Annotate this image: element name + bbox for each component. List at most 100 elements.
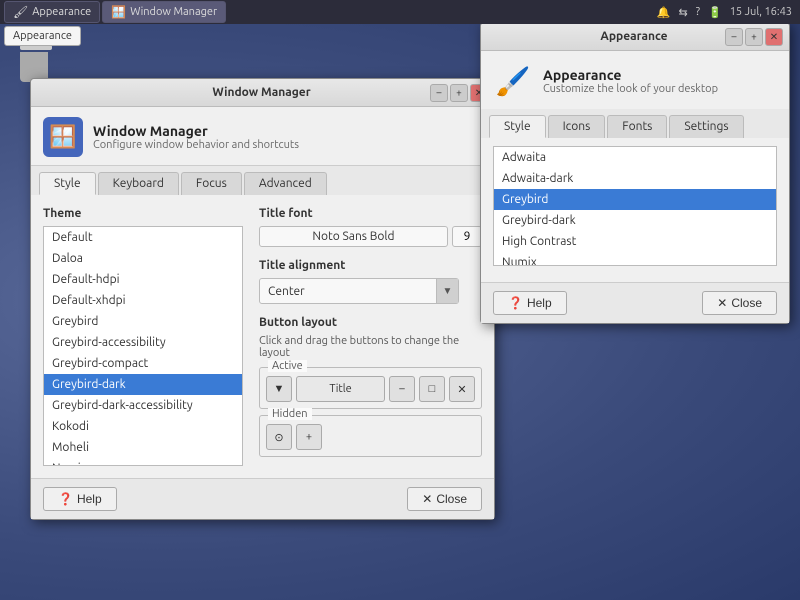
taskbar: 🖌 Appearance 🪟 Window Manager 🔔 ⇆ ? 🔋 15… (0, 0, 800, 24)
wm-font-display[interactable]: Noto Sans Bold (259, 226, 448, 247)
wm-hidden-label: Hidden (268, 408, 312, 420)
wm-taskbar-icon: 🪟 (111, 5, 126, 19)
wm-font-label: Title font (259, 207, 482, 220)
theme-item-kokodi[interactable]: Kokodi (44, 416, 242, 437)
appearance-theme-greybird-dark[interactable]: Greybird-dark (494, 210, 776, 231)
wm-theme-col: Theme Default Daloa Default-hdpi Default… (43, 207, 243, 466)
wm-theme-list[interactable]: Default Daloa Default-hdpi Default-xhdpi… (43, 226, 243, 466)
wm-header-title: Window Manager (93, 123, 299, 139)
wm-btn-dropdown[interactable]: ▼ (266, 376, 292, 402)
taskbar-right: 🔔 ⇆ ? 🔋 15 Jul, 16:43 (657, 6, 800, 19)
wm-alignment-row: Center ▼ (259, 278, 482, 304)
wm-dialog-titlebar: Window Manager – + ✕ (31, 79, 494, 107)
appearance-tab-style[interactable]: Style (489, 115, 546, 138)
appearance-tab-fonts[interactable]: Fonts (607, 115, 667, 138)
theme-item-greybird-accessibility[interactable]: Greybird-accessibility (44, 332, 242, 353)
wm-tab-focus[interactable]: Focus (181, 172, 242, 195)
appearance-tab-settings[interactable]: Settings (669, 115, 743, 138)
appearance-dialog-controls: – + ✕ (725, 28, 783, 46)
theme-item-default[interactable]: Default (44, 227, 242, 248)
appearance-tab-icons[interactable]: Icons (548, 115, 606, 138)
wm-maximize-btn[interactable]: + (450, 84, 468, 102)
time-display: 15 Jul, 16:43 (730, 6, 792, 18)
appearance-header-icon: 🖌️ (493, 61, 533, 101)
theme-item-default-hdpi[interactable]: Default-hdpi (44, 269, 242, 290)
wm-active-label: Active (268, 360, 307, 372)
bell-icon[interactable]: 🔔 (657, 6, 671, 19)
desktop-trash-icon[interactable] (20, 40, 52, 82)
appearance-body: Adwaita Adwaita-dark Greybird Greybird-d… (481, 138, 789, 274)
theme-item-greybird[interactable]: Greybird (44, 311, 242, 332)
appearance-theme-high-contrast[interactable]: High Contrast (494, 231, 776, 252)
appearance-header-text: Appearance Customize the look of your de… (543, 67, 718, 95)
battery-icon: 🔋 (708, 6, 722, 19)
appearance-help-btn[interactable]: ❓ Help (493, 291, 567, 315)
appearance-taskbar-label: Appearance (32, 6, 91, 18)
wm-hidden-btn-2[interactable]: + (296, 424, 322, 450)
wm-dialog-header: 🪟 Window Manager Configure window behavi… (31, 107, 494, 166)
taskbar-appearance-btn[interactable]: 🖌 Appearance (4, 1, 100, 23)
appearance-help-icon: ❓ (508, 296, 523, 310)
wm-help-btn[interactable]: ❓ Help (43, 487, 117, 511)
appearance-header-subtitle: Customize the look of your desktop (543, 83, 718, 95)
theme-item-default-xhdpi[interactable]: Default-xhdpi (44, 290, 242, 311)
taskbar-wm-btn[interactable]: 🪟 Window Manager (102, 1, 226, 23)
appearance-dialog: Appearance – + ✕ 🖌️ Appearance Customize… (480, 22, 790, 324)
appearance-dialog-titlebar: Appearance – + ✕ (481, 23, 789, 51)
help-icon: ❓ (58, 492, 73, 506)
theme-item-greybird-compact[interactable]: Greybird-compact (44, 353, 242, 374)
wm-btn-layout-desc: Click and drag the buttons to change the… (259, 335, 482, 359)
wm-tab-style[interactable]: Style (39, 172, 96, 195)
wm-btn-maximize[interactable]: □ (419, 376, 445, 402)
wm-font-size[interactable]: 9 (452, 226, 482, 247)
appearance-header: 🖌️ Appearance Customize the look of your… (481, 51, 789, 109)
appearance-dialog-title: Appearance (543, 30, 725, 43)
wm-right-col: Title font Noto Sans Bold 9 Title alignm… (259, 207, 482, 466)
wm-alignment-value: Center (260, 285, 436, 298)
appearance-theme-numix[interactable]: Numix (494, 252, 776, 266)
theme-item-greybird-dark-accessibility[interactable]: Greybird-dark-accessibility (44, 395, 242, 416)
wm-header-subtitle: Configure window behavior and shortcuts (93, 139, 299, 151)
appearance-dialog-footer: ❓ Help ✕ Close (481, 282, 789, 323)
wm-header-text: Window Manager Configure window behavior… (93, 123, 299, 151)
question-icon: ? (696, 6, 700, 18)
wm-dialog-title: Window Manager (93, 86, 430, 99)
wm-active-buttons: ▼ Title – □ ✕ (266, 376, 475, 402)
wm-font-row: Noto Sans Bold 9 (259, 226, 482, 247)
trash-icon (20, 40, 52, 82)
appearance-theme-adwaita[interactable]: Adwaita (494, 147, 776, 168)
wm-alignment-select[interactable]: Center ▼ (259, 278, 459, 304)
theme-item-daloa[interactable]: Daloa (44, 248, 242, 269)
wm-dialog-body: Theme Default Daloa Default-hdpi Default… (31, 195, 494, 478)
wm-theme-label: Theme (43, 207, 243, 220)
theme-item-greybird-dark[interactable]: Greybird-dark (44, 374, 242, 395)
theme-item-moheli[interactable]: Moheli (44, 437, 242, 458)
wm-alignment-arrow[interactable]: ▼ (436, 279, 458, 303)
wm-dialog-footer: ❓ Help ✕ Close (31, 478, 494, 519)
wm-tab-keyboard[interactable]: Keyboard (98, 172, 179, 195)
wm-btn-title[interactable]: Title (296, 376, 385, 402)
appearance-theme-list[interactable]: Adwaita Adwaita-dark Greybird Greybird-d… (493, 146, 777, 266)
taskbar-left: 🖌 Appearance 🪟 Window Manager (0, 1, 226, 23)
close-icon: ✕ (422, 492, 432, 506)
bluetooth-icon: ⇆ (679, 6, 688, 19)
theme-item-numix[interactable]: Numix (44, 458, 242, 466)
wm-tab-advanced[interactable]: Advanced (244, 172, 327, 195)
wm-taskbar-label: Window Manager (130, 6, 217, 18)
wm-active-section: Active ▼ Title – □ ✕ (259, 367, 482, 409)
appearance-minimize-btn[interactable]: – (725, 28, 743, 46)
wm-hidden-btn-1[interactable]: ⊙ (266, 424, 292, 450)
appearance-theme-adwaita-dark[interactable]: Adwaita-dark (494, 168, 776, 189)
appearance-close-btn[interactable]: ✕ (765, 28, 783, 46)
appearance-maximize-btn[interactable]: + (745, 28, 763, 46)
wm-minimize-btn[interactable]: – (430, 84, 448, 102)
wm-btn-minimize[interactable]: – (389, 376, 415, 402)
appearance-theme-greybird[interactable]: Greybird (494, 189, 776, 210)
wm-close-btn[interactable]: ✕ Close (407, 487, 482, 511)
appearance-header-title: Appearance (543, 67, 718, 83)
appearance-close-footer-btn[interactable]: ✕ Close (702, 291, 777, 315)
wm-header-icon: 🪟 (43, 117, 83, 157)
wm-btn-close[interactable]: ✕ (449, 376, 475, 402)
appearance-tooltip: Appearance (4, 26, 81, 46)
wm-hidden-buttons: ⊙ + (266, 424, 475, 450)
